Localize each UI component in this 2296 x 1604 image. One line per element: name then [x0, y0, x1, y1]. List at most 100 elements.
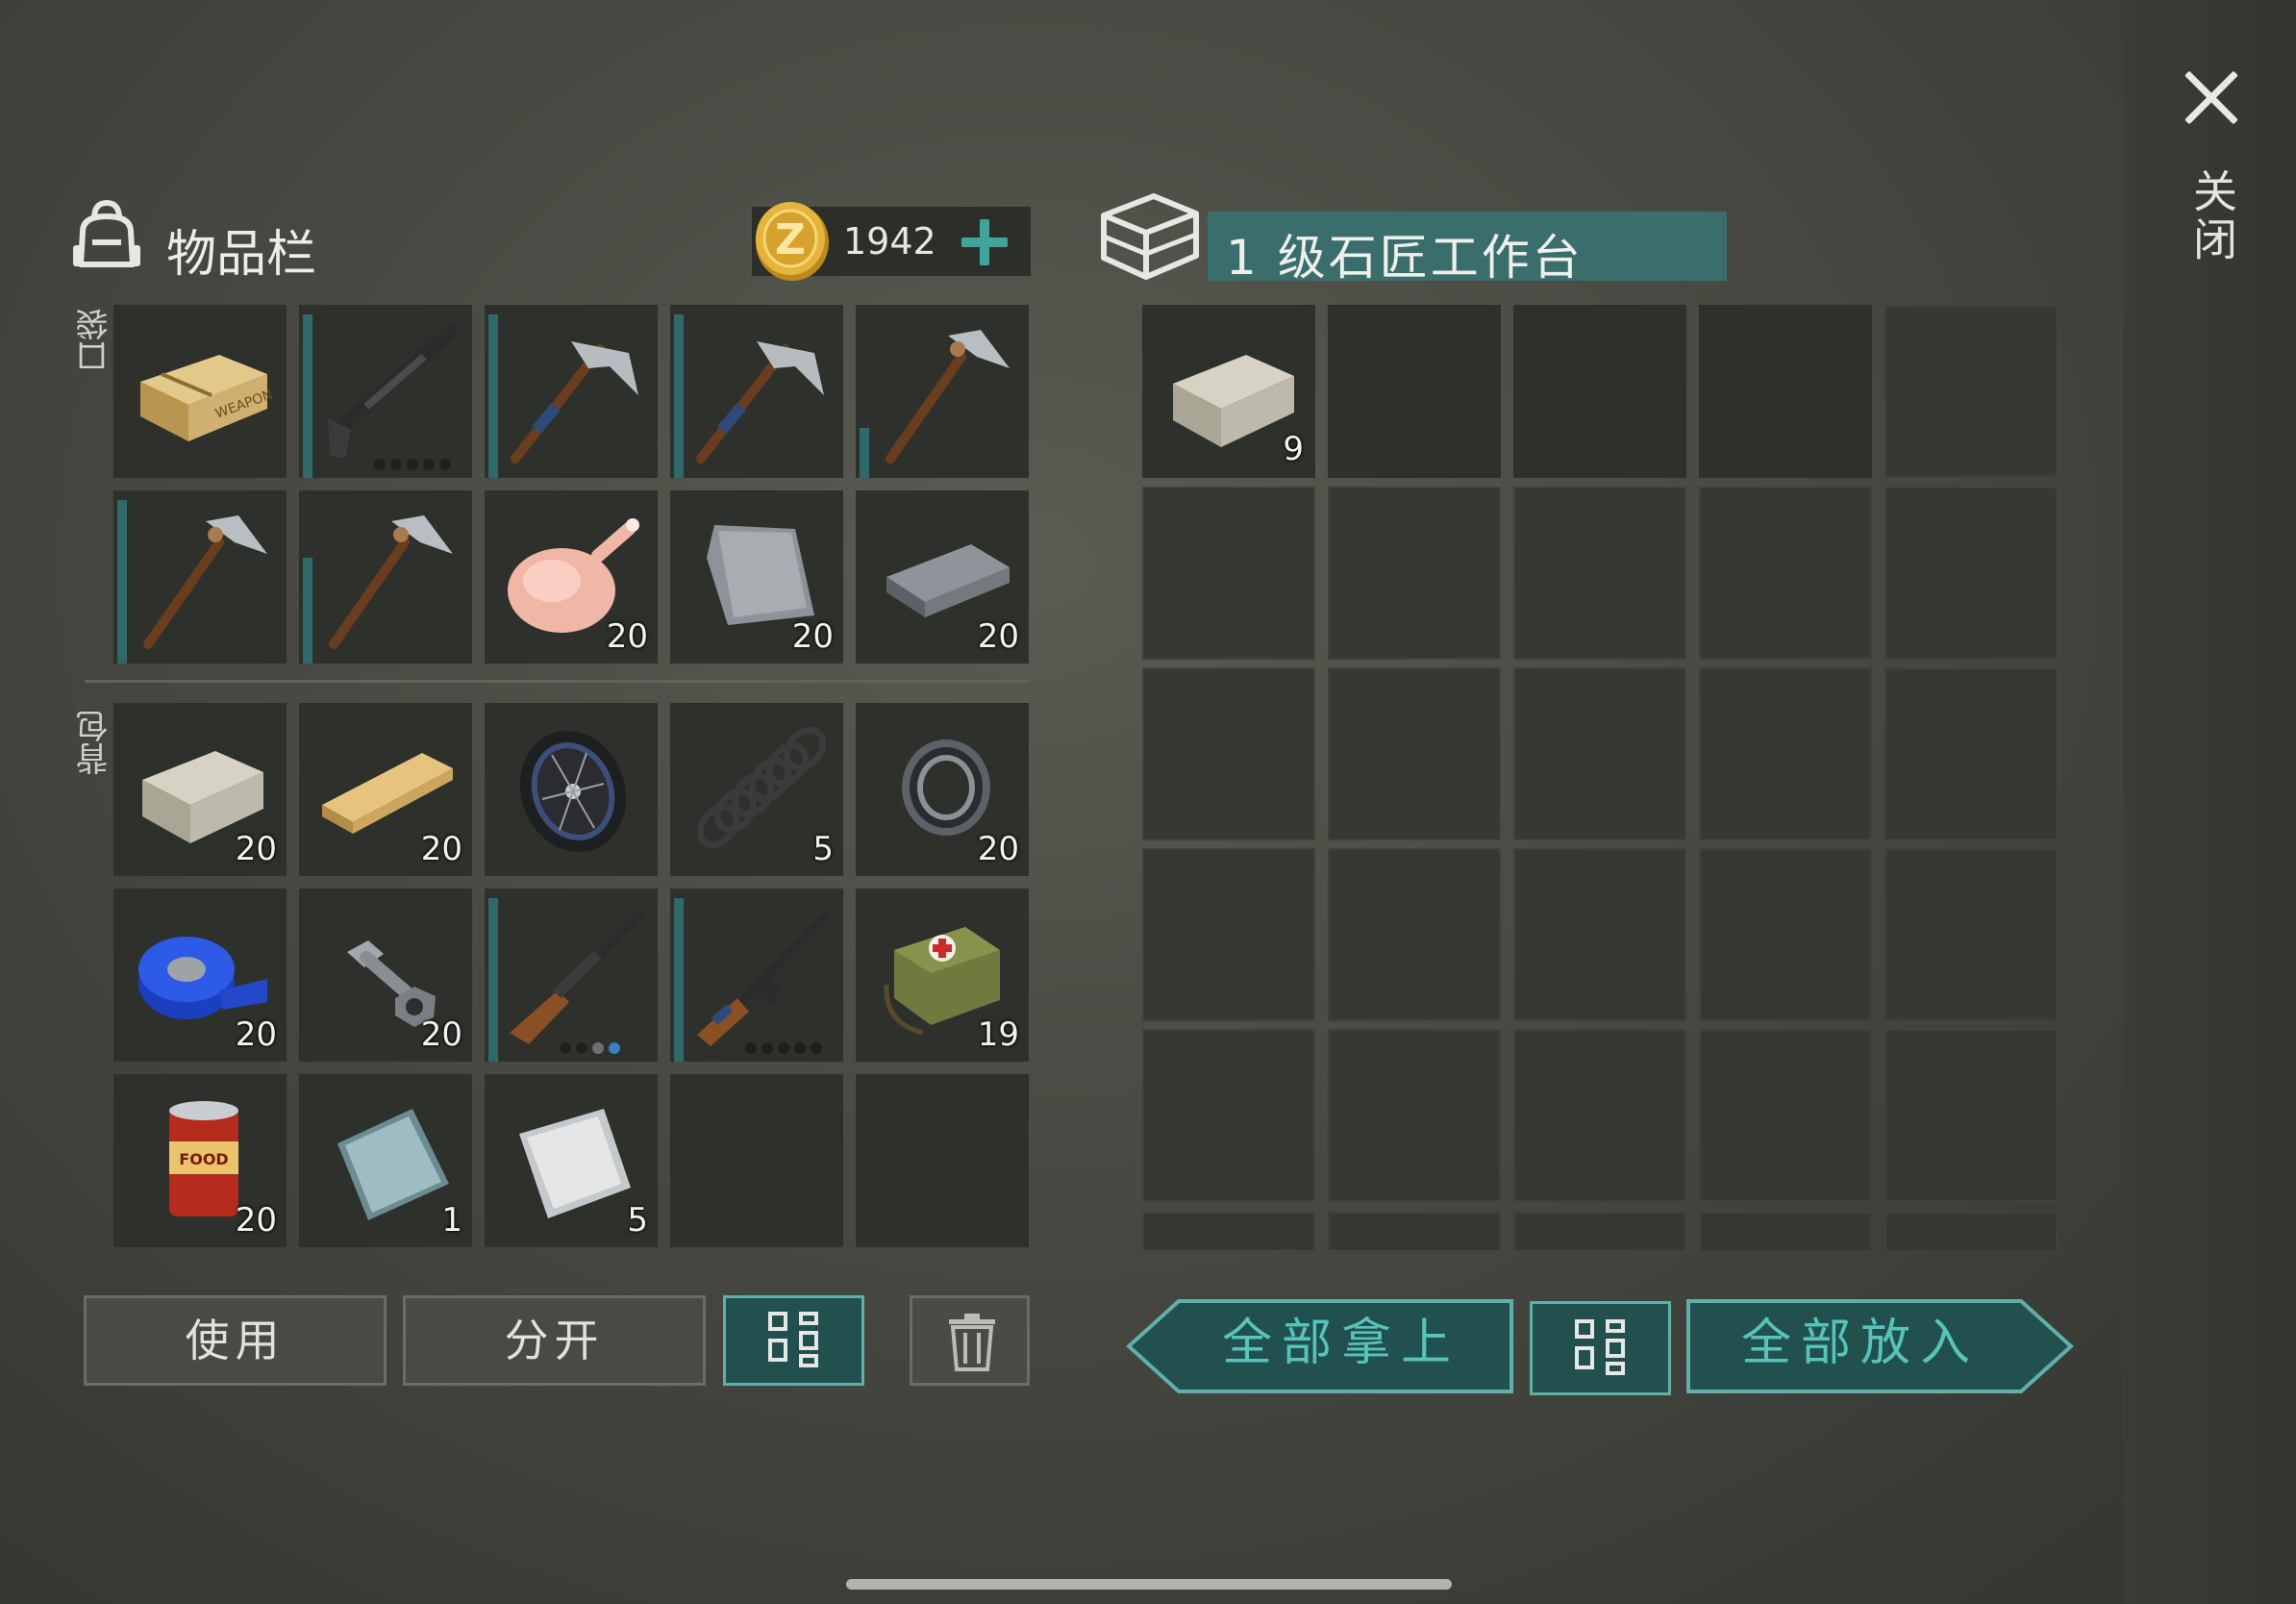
add-coins-button[interactable] — [958, 215, 1011, 269]
stone-pickaxe-icon — [329, 515, 453, 649]
close-icon[interactable] — [2181, 67, 2242, 129]
pocket-slot-pickaxe-3[interactable] — [299, 490, 472, 664]
inventory-title: 物品栏 — [166, 226, 317, 284]
item-count: 20 — [420, 1015, 462, 1054]
storage-slot[interactable] — [1699, 667, 1872, 840]
storage-slot[interactable] — [1513, 305, 1686, 478]
trash-icon — [949, 1314, 995, 1371]
coin-count: 1942 — [843, 220, 936, 263]
storage-slot[interactable] — [1884, 305, 2058, 478]
item-count: 20 — [977, 617, 1019, 656]
item-count: 20 — [791, 617, 834, 656]
backpack-slot-stone[interactable]: 20 — [113, 703, 287, 876]
item-count: 19 — [977, 1015, 1019, 1054]
section-divider — [85, 680, 1029, 683]
pocket-slot-pickaxe-2[interactable] — [113, 490, 287, 664]
put-all-label: 全部放入 — [1740, 1315, 1980, 1372]
sort-inventory-button[interactable] — [723, 1295, 864, 1386]
storage-slot[interactable] — [1142, 848, 1315, 1021]
storage-slot[interactable] — [1699, 848, 1872, 1021]
storage-slot[interactable] — [1884, 1212, 2058, 1250]
storage-slot-stone[interactable]: 9 — [1142, 305, 1315, 478]
storage-slot[interactable] — [1142, 1212, 1315, 1250]
sort-storage-button[interactable] — [1530, 1301, 1671, 1395]
shotgun-icon — [328, 325, 458, 459]
svg-text:Z: Z — [775, 215, 806, 264]
wheel-icon — [519, 731, 627, 852]
glass-plate-icon — [337, 1109, 449, 1220]
storage-slot[interactable] — [1328, 1212, 1501, 1250]
storage-slot[interactable] — [1699, 305, 1872, 478]
storage-slot[interactable] — [1884, 1029, 2058, 1202]
item-count: 9 — [1283, 430, 1304, 468]
ammo-dots — [374, 459, 451, 470]
storage-slot[interactable] — [1328, 487, 1501, 660]
pocket-slot-weapon-crate[interactable]: WEAPON — [113, 305, 287, 478]
backpack-icon — [73, 199, 140, 267]
item-count: 1 — [441, 1201, 462, 1240]
storage-slot[interactable] — [1513, 487, 1686, 660]
pocket-slot-iron-ingot[interactable]: 20 — [856, 490, 1029, 664]
backpack-slot-bearing[interactable]: 20 — [856, 703, 1029, 876]
storage-slot[interactable] — [1699, 1212, 1872, 1250]
backpack-slot-wheel[interactable] — [485, 703, 658, 876]
backpack-slot-empty[interactable] — [670, 1074, 843, 1247]
pocket-slot-raw-chicken[interactable]: 20 — [485, 490, 658, 664]
storage-slot[interactable] — [1328, 667, 1501, 840]
pocket-slot-shotgun[interactable] — [299, 305, 472, 478]
backpack-slot-canned-food[interactable]: FOOD 20 — [113, 1074, 287, 1247]
trash-button[interactable] — [910, 1295, 1030, 1386]
assault-rifle-icon — [697, 911, 831, 1046]
svg-text:FOOD: FOOD — [179, 1150, 228, 1168]
storage-slot[interactable] — [1328, 1029, 1501, 1202]
storage-slot[interactable] — [1328, 848, 1501, 1021]
use-button[interactable]: 使用 — [84, 1295, 387, 1386]
storage-slot[interactable] — [1142, 667, 1315, 840]
backpack-slot-bolts[interactable]: 20 — [299, 889, 472, 1062]
backpack-slot-duct-tape[interactable]: 20 — [113, 889, 287, 1062]
storage-slot[interactable] — [1513, 1212, 1686, 1250]
storage-slot[interactable] — [1699, 487, 1872, 660]
item-count: 20 — [235, 1201, 277, 1240]
backpack-slot-wood-plank[interactable]: 20 — [299, 703, 472, 876]
storage-slot[interactable] — [1884, 487, 2058, 660]
hatchet-icon — [696, 341, 824, 464]
grid-icon — [1575, 1319, 1633, 1377]
backpack-slot-steel-sheet[interactable]: 5 — [485, 1074, 658, 1247]
storage-slot[interactable] — [1328, 305, 1501, 478]
item-count: 20 — [606, 617, 648, 656]
storage-slot[interactable] — [1513, 1029, 1686, 1202]
stone-pickaxe-icon — [143, 515, 267, 649]
spring-icon — [696, 726, 827, 849]
storage-slot[interactable] — [1513, 667, 1686, 840]
backpack-label: 背包 — [76, 710, 114, 775]
storage-slot[interactable] — [1513, 848, 1686, 1021]
storage-slot[interactable] — [1142, 487, 1315, 660]
storage-scroll-clip — [1135, 1212, 2067, 1250]
rifle-icon — [510, 909, 645, 1044]
backpack-slot-glass-plate[interactable]: 1 — [299, 1074, 472, 1247]
pocket-slot-metal-plate[interactable]: 20 — [670, 490, 843, 664]
backpack-slot-spring[interactable]: 5 — [670, 703, 843, 876]
pocket-slot-hatchet-1[interactable] — [485, 305, 658, 478]
pocket-slot-hatchet-2[interactable] — [670, 305, 843, 478]
steel-sheet-icon — [519, 1109, 631, 1218]
ammo-dots — [745, 1042, 822, 1054]
home-indicator[interactable] — [846, 1579, 1452, 1590]
storage-slot[interactable] — [1699, 1029, 1872, 1202]
backpack-slot-rifle-sks[interactable] — [485, 889, 658, 1062]
coin-icon: Z — [756, 202, 829, 281]
grid-icon — [768, 1312, 826, 1369]
close-label[interactable]: 关闭 — [2186, 168, 2238, 264]
pocket-slot-pickaxe-1[interactable] — [856, 305, 1029, 478]
item-count: 5 — [812, 830, 834, 868]
hatchet-icon — [511, 341, 638, 464]
backpack-slot-medkit[interactable]: 19 — [856, 889, 1029, 1062]
split-button[interactable]: 分开 — [403, 1295, 706, 1386]
storage-box-icon — [1101, 193, 1199, 280]
backpack-slot-rifle-ak[interactable] — [670, 889, 843, 1062]
storage-slot[interactable] — [1142, 1029, 1315, 1202]
storage-slot[interactable] — [1884, 848, 2058, 1021]
storage-slot[interactable] — [1884, 667, 2058, 840]
backpack-slot-empty[interactable] — [856, 1074, 1029, 1247]
